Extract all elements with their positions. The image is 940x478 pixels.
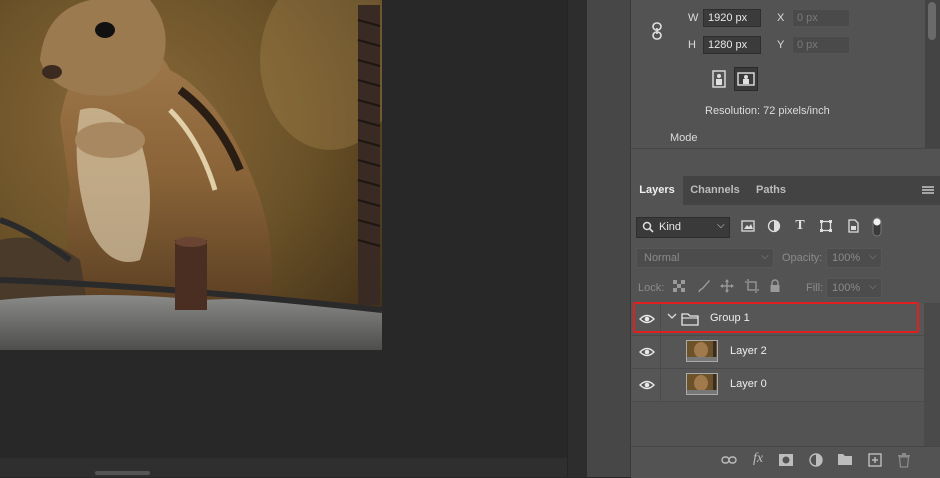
layer-style-fx-icon[interactable]: fx bbox=[749, 451, 767, 467]
landscape-icon bbox=[737, 72, 755, 86]
squirrel-photo bbox=[0, 0, 382, 350]
filter-kind-label: Kind bbox=[659, 221, 682, 233]
canvas-horizontal-scrollbar[interactable] bbox=[0, 458, 567, 477]
add-mask-icon[interactable] bbox=[777, 453, 795, 470]
chevron-down-icon: ⌵ bbox=[869, 251, 877, 262]
filter-type-layers-icon[interactable]: T bbox=[792, 217, 808, 235]
eye-icon bbox=[639, 347, 655, 357]
layer-row-layer-2[interactable]: Layer 2 bbox=[632, 336, 924, 369]
height-field[interactable]: 1280 px bbox=[703, 36, 761, 54]
fill-field[interactable]: 100% ⌵ bbox=[826, 278, 882, 298]
resolution-text: Resolution: 72 pixels/inch bbox=[705, 105, 830, 117]
chevron-down-icon: ⌵ bbox=[717, 220, 725, 231]
collapsed-panel-column bbox=[587, 0, 631, 477]
lock-position-icon[interactable] bbox=[720, 279, 734, 293]
new-adjustment-layer-icon[interactable] bbox=[807, 453, 825, 470]
x-label: X bbox=[777, 12, 785, 24]
landscape-orientation-button[interactable] bbox=[734, 67, 758, 91]
lock-label: Lock: bbox=[638, 282, 665, 294]
opacity-label: Opacity: bbox=[782, 252, 823, 264]
width-field[interactable]: 1920 px bbox=[703, 9, 761, 27]
lock-image-pixels-icon[interactable] bbox=[697, 279, 711, 293]
visibility-toggle[interactable] bbox=[632, 336, 661, 368]
fill-label: Fill: bbox=[806, 282, 824, 294]
y-field[interactable]: 0 px bbox=[792, 36, 850, 54]
blend-mode-value: Normal bbox=[644, 252, 680, 264]
layer-filter-kind-dropdown[interactable]: Kind ⌵ bbox=[636, 217, 730, 238]
blend-mode-dropdown[interactable]: Normal ⌵ bbox=[636, 248, 774, 268]
canvas-scroll-thumb[interactable] bbox=[95, 471, 150, 475]
x-field[interactable]: 0 px bbox=[792, 9, 850, 27]
panel-dock-divider[interactable] bbox=[567, 0, 588, 477]
link-layers-icon[interactable] bbox=[720, 453, 738, 468]
highlight-box bbox=[633, 302, 919, 333]
layers-scrollbar[interactable] bbox=[924, 303, 940, 446]
opacity-value: 100% bbox=[832, 252, 861, 264]
filter-shape-layers-icon[interactable] bbox=[818, 219, 834, 238]
mode-label: Mode bbox=[670, 132, 698, 144]
filter-smart-objects-icon[interactable] bbox=[845, 219, 861, 238]
layer-row-layer-0[interactable]: Layer 0 bbox=[632, 369, 924, 402]
width-label: W bbox=[688, 12, 699, 24]
height-label: H bbox=[688, 39, 696, 51]
panel-menu-icon[interactable] bbox=[921, 184, 935, 196]
portrait-orientation-button[interactable] bbox=[708, 68, 730, 90]
new-layer-icon[interactable] bbox=[866, 453, 884, 470]
layer-name: Layer 2 bbox=[730, 345, 767, 357]
panel-separator bbox=[631, 148, 940, 177]
tab-layers[interactable]: Layers bbox=[631, 176, 683, 205]
opacity-field[interactable]: 100% ⌵ bbox=[826, 248, 882, 268]
filter-pixel-layers-icon[interactable] bbox=[740, 219, 756, 237]
layer-thumbnail bbox=[686, 373, 718, 395]
lock-transparent-pixels-icon[interactable] bbox=[673, 280, 686, 293]
filter-toggle-switch[interactable] bbox=[872, 217, 882, 237]
visibility-toggle[interactable] bbox=[632, 369, 661, 401]
fill-value: 100% bbox=[832, 282, 861, 294]
tab-channels[interactable]: Channels bbox=[685, 176, 745, 205]
chevron-down-icon: ⌵ bbox=[761, 251, 769, 262]
search-icon bbox=[642, 221, 654, 236]
delete-layer-icon[interactable] bbox=[895, 453, 913, 471]
canvas-image-squirrel[interactable] bbox=[0, 0, 382, 350]
tab-paths[interactable]: Paths bbox=[748, 176, 794, 205]
layer-thumbnail bbox=[686, 340, 718, 362]
chevron-down-icon: ⌵ bbox=[869, 281, 877, 292]
lock-all-icon[interactable] bbox=[769, 279, 781, 293]
portrait-icon bbox=[712, 70, 726, 88]
eye-icon bbox=[639, 380, 655, 390]
filter-adjustment-layers-icon[interactable] bbox=[766, 219, 782, 238]
lock-artboard-icon[interactable] bbox=[745, 279, 759, 293]
properties-scroll-thumb[interactable] bbox=[928, 2, 936, 40]
layer-name: Layer 0 bbox=[730, 378, 767, 390]
link-dimensions-icon[interactable] bbox=[650, 21, 664, 41]
new-group-icon[interactable] bbox=[836, 453, 854, 469]
y-label: Y bbox=[777, 39, 785, 51]
